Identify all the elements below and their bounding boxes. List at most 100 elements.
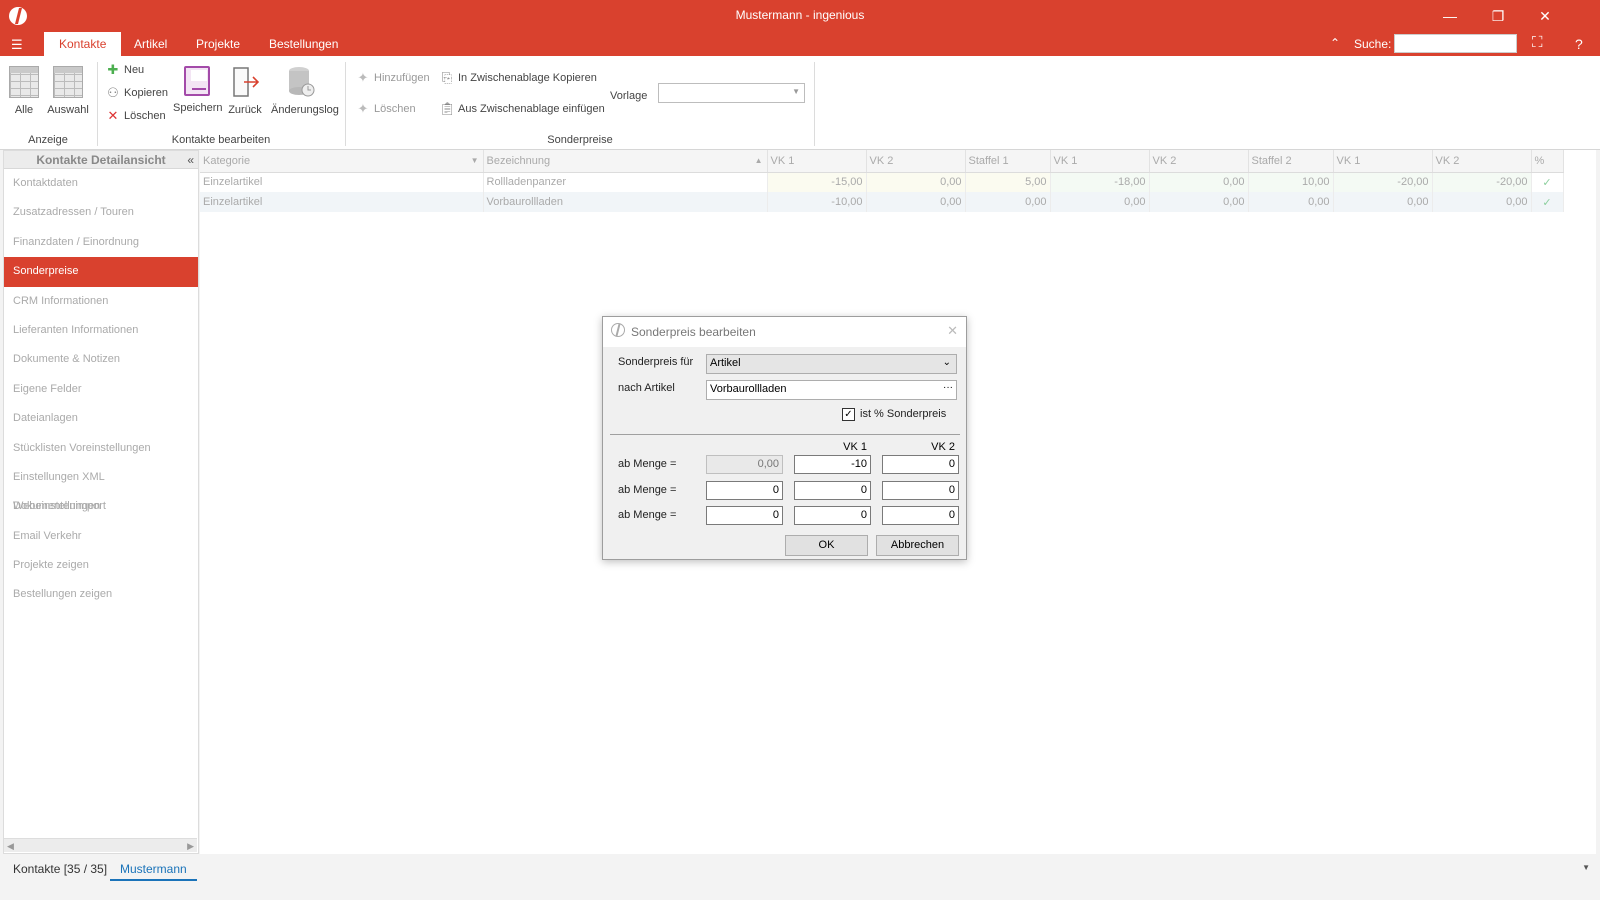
- column-header[interactable]: %: [1531, 150, 1564, 173]
- tab-bestellungen[interactable]: Bestellungen: [254, 32, 353, 56]
- add-star-icon: ✦: [357, 70, 369, 86]
- vk1-field-1[interactable]: -10: [794, 455, 871, 474]
- tab-kontakte[interactable]: Kontakte: [44, 32, 122, 56]
- sonderpreis-loeschen-button[interactable]: ✦ Löschen: [355, 99, 416, 119]
- exit-door-icon: [230, 66, 260, 98]
- zwischenablage-einfuegen-button[interactable]: 📋︎ Aus Zwischenablage einfügen: [439, 99, 605, 119]
- column-header[interactable]: VK 1: [1050, 150, 1150, 173]
- sort-ascending-icon[interactable]: ▲: [755, 156, 763, 165]
- table-cell: -18,00: [1050, 172, 1150, 192]
- restore-button[interactable]: ❐: [1478, 4, 1518, 28]
- tab-mustermann[interactable]: Mustermann: [110, 857, 197, 881]
- hinzufuegen-label: Hinzufügen: [374, 72, 430, 84]
- minimize-button[interactable]: —: [1430, 4, 1470, 28]
- vk2-field-1[interactable]: 0: [882, 455, 959, 474]
- table-cell: 10,00: [1248, 172, 1334, 192]
- vk1-field-2[interactable]: 0: [794, 481, 871, 500]
- copy-clipboard-icon: ⎘: [441, 70, 453, 86]
- sidebar-item-sonderpreise[interactable]: Sonderpreise: [4, 257, 198, 287]
- column-header[interactable]: Bezeichnung ▲: [483, 150, 768, 173]
- nach-artikel-field[interactable]: Vorbaurollladen ···: [706, 380, 957, 400]
- ok-button[interactable]: OK: [785, 535, 868, 556]
- ribbon: Alle Auswahl Anzeige ✚ Neu ⚇ Kopieren ✕ Lös…: [0, 56, 1600, 150]
- ab-menge-label: ab Menge =: [618, 484, 677, 496]
- check-icon: ✓: [1531, 192, 1564, 212]
- sidebar-item-bestellungen[interactable]: Bestellungen zeigen: [4, 580, 198, 609]
- scroll-left-icon[interactable]: ◀: [7, 839, 14, 853]
- zwischenablage-einfuegen-label: Aus Zwischenablage einfügen: [458, 103, 605, 115]
- kopieren-button[interactable]: ⚇ Kopieren: [105, 83, 168, 103]
- vk1-field-3[interactable]: 0: [794, 506, 871, 525]
- tab-artikel[interactable]: Artikel: [119, 32, 182, 56]
- zwischenablage-kopieren-button[interactable]: ⎘ In Zwischenablage Kopieren: [439, 68, 597, 88]
- sidebar-item-kontaktdaten[interactable]: Kontaktdaten: [4, 169, 198, 198]
- sidebar-item-eigene-felder[interactable]: Eigene Felder: [4, 375, 198, 404]
- sonderpreis-fuer-select[interactable]: Artikel ⌄: [706, 354, 957, 374]
- ribbon-group-bearbeiten: ✚ Neu ⚇ Kopieren ✕ Löschen Speichern Zurück…: [98, 60, 344, 148]
- sidebar-item-dateianlagen[interactable]: Dateianlagen: [4, 404, 198, 433]
- check-icon: ✓: [1531, 172, 1564, 192]
- sidebar-scrollbar[interactable]: ◀ ▶: [4, 838, 197, 852]
- sidebar-item-finanzdaten[interactable]: Finanzdaten / Einordnung: [4, 228, 198, 257]
- zurueck-button[interactable]: Zurück: [221, 64, 269, 124]
- column-header[interactable]: Staffel 2: [1248, 150, 1334, 173]
- menge-field-3[interactable]: 0: [706, 506, 783, 525]
- loeschen-button[interactable]: ✕ Löschen: [105, 106, 166, 126]
- sidebar-item-lieferanten[interactable]: Lieferanten Informationen: [4, 316, 198, 345]
- aenderungslog-button[interactable]: Änderungslog: [271, 64, 339, 124]
- tab-kontakte-list[interactable]: Kontakte [35 / 35]: [3, 857, 117, 881]
- prozent-checkbox[interactable]: ✓: [842, 408, 855, 421]
- sidebar-item-email[interactable]: Email Verkehr: [4, 522, 198, 551]
- neu-button[interactable]: ✚ Neu: [105, 60, 145, 80]
- column-header[interactable]: Kategorie ▼: [200, 150, 484, 173]
- sonderpreis-dialog: Sonderpreis bearbeiten ✕ Sonderpreis für…: [602, 316, 967, 560]
- app-logo-icon: [611, 323, 625, 337]
- table-row[interactable]: Einzelartikel Rollladenpanzer -15,00 0,0…: [200, 172, 1564, 192]
- neu-label: Neu: [124, 64, 145, 76]
- table-icon: [53, 66, 83, 98]
- browse-button[interactable]: ···: [943, 382, 953, 393]
- sidebar-item-stuecklisten[interactable]: Stücklisten Voreinstellungen: [4, 434, 198, 463]
- table-cell: -10,00: [767, 192, 867, 212]
- tab-projekte[interactable]: Projekte: [181, 32, 255, 56]
- table-cell: 0,00: [965, 192, 1051, 212]
- vk1-header: VK 1: [843, 441, 867, 453]
- cancel-button[interactable]: Abbrechen: [876, 535, 959, 556]
- close-icon[interactable]: ✕: [947, 323, 958, 339]
- scroll-right-icon[interactable]: ▶: [187, 839, 194, 853]
- filter-icon[interactable]: ▼: [471, 156, 479, 165]
- auswahl-button[interactable]: Auswahl: [44, 64, 92, 124]
- sidebar-item-projekte[interactable]: Projekte zeigen: [4, 551, 198, 580]
- search-label: Suche:: [1354, 37, 1392, 51]
- table-cell: 0,00: [866, 192, 966, 212]
- sidebar-item-zusatzadressen[interactable]: Zusatzadressen / Touren: [4, 198, 198, 227]
- vk2-field-3[interactable]: 0: [882, 506, 959, 525]
- search-input[interactable]: [1394, 34, 1517, 53]
- hinzufuegen-button[interactable]: ✦ Hinzufügen: [355, 68, 430, 88]
- sidebar-item-dokumente[interactable]: Dokumente & Notizen: [4, 345, 198, 374]
- vorlage-select[interactable]: ▼: [658, 83, 805, 103]
- column-header[interactable]: VK 1: [767, 150, 867, 173]
- column-header[interactable]: VK 2: [1432, 150, 1532, 173]
- alle-button[interactable]: Alle: [0, 64, 48, 124]
- column-header[interactable]: VK 2: [866, 150, 966, 173]
- binoculars-icon[interactable]: ⛶: [1532, 34, 1543, 51]
- window-title: Mustermann - ingenious: [735, 8, 865, 22]
- dialog-title: Sonderpreis bearbeiten: [631, 325, 756, 339]
- close-button[interactable]: ✕: [1525, 4, 1565, 28]
- column-header[interactable]: VK 2: [1149, 150, 1249, 173]
- sidebar-item-xml-import[interactable]: Einstellungen XML Dokumentenimport: [4, 463, 198, 512]
- speichern-button[interactable]: Speichern: [173, 64, 223, 124]
- chevron-down-icon[interactable]: ▼: [1582, 863, 1590, 872]
- collapse-ribbon-icon[interactable]: ⌃: [1330, 36, 1340, 50]
- file-menu-icon[interactable]: ☰: [11, 37, 23, 53]
- column-header[interactable]: Staffel 1: [965, 150, 1051, 173]
- zwischenablage-kopieren-label: In Zwischenablage Kopieren: [458, 72, 597, 84]
- collapse-sidebar-icon[interactable]: «: [187, 151, 194, 169]
- sidebar-item-crm[interactable]: CRM Informationen: [4, 287, 198, 316]
- menge-field-2[interactable]: 0: [706, 481, 783, 500]
- table-row[interactable]: Einzelartikel Vorbaurollladen -10,00 0,0…: [200, 192, 1564, 212]
- column-header[interactable]: VK 1: [1333, 150, 1433, 173]
- help-icon[interactable]: ?: [1575, 36, 1583, 52]
- vk2-field-2[interactable]: 0: [882, 481, 959, 500]
